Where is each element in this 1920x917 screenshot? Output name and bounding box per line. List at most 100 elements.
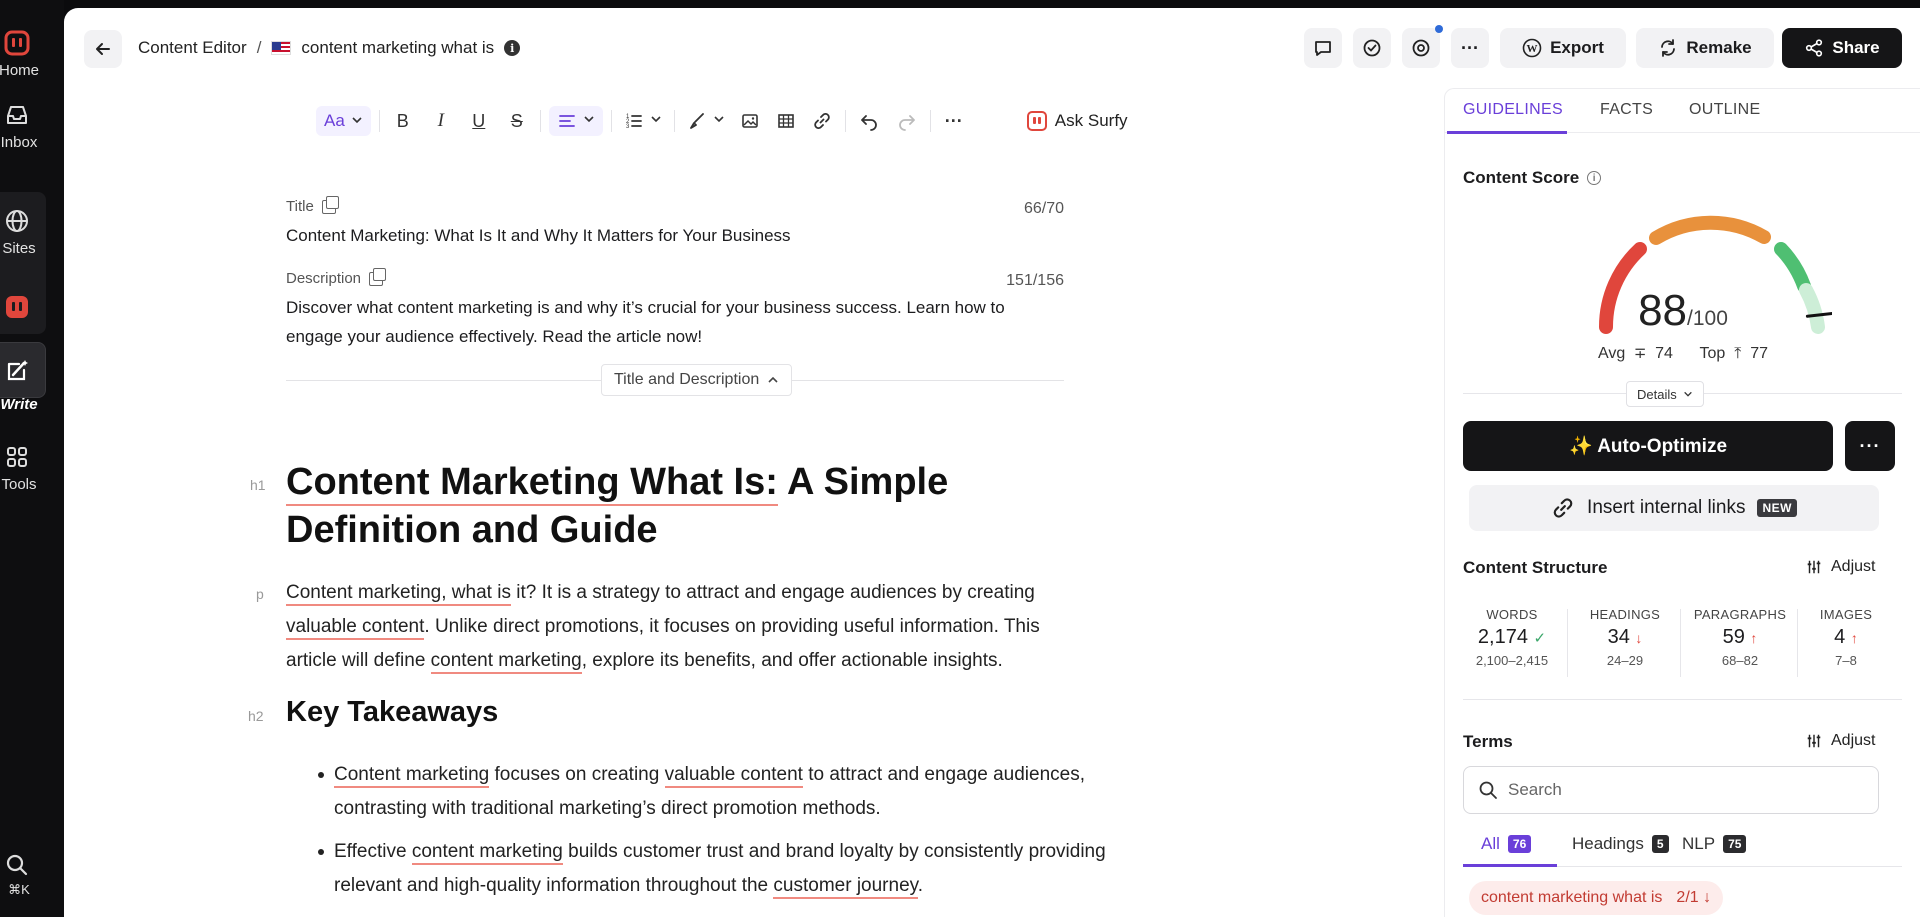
rail-site-surfer[interactable] [0,292,50,322]
rail-search[interactable]: ⌘K [0,850,50,898]
ellipsis-icon: ··· [1461,37,1479,58]
info-icon[interactable]: i [504,40,521,56]
auto-optimize-label: ✨ Auto-Optimize [1568,436,1728,457]
term-highlight[interactable]: valuable content [286,616,425,640]
search-placeholder: Search [1508,780,1562,799]
description-label: Description [286,270,362,287]
bold-icon: B [396,110,409,131]
italic-icon: I [437,110,444,131]
filter-tab-headings[interactable]: Headings 5 [1572,834,1669,854]
rail-label-sites: Sites [2,240,36,257]
toolbar-more-button[interactable]: ··· [939,106,969,136]
globe-icon [2,206,32,236]
article-h2[interactable]: Key Takeaways [286,696,498,729]
stat-value: 34 ↓ [1607,626,1643,648]
tab-guidelines[interactable]: GUIDELINES [1463,101,1563,119]
term-highlight[interactable]: content marketing [430,650,582,674]
score-value: 88 [1638,286,1688,335]
term-chip[interactable]: content marketing what is 2/1 ↓ [1469,881,1724,915]
stat-range: 7–8 [1835,653,1857,668]
copy-icon[interactable] [321,195,339,214]
tab-facts[interactable]: FACTS [1600,101,1653,119]
remake-button[interactable]: Remake [1636,28,1774,68]
list-dropdown[interactable]: 123 [620,106,666,136]
stat-images: IMAGES 4 ↑ 7–8 [1791,607,1901,668]
arrow-left-icon [96,43,110,55]
surfer-logo-icon [2,28,32,58]
info-icon[interactable]: i [1587,171,1602,185]
stat-key: WORDS [1486,607,1538,622]
rail-inbox[interactable]: Inbox [0,100,50,151]
stat-range: 24–29 [1606,653,1644,668]
ai-detect-button[interactable] [1402,25,1443,68]
check-button[interactable] [1353,28,1391,68]
auto-optimize-button[interactable]: ✨ Auto-Optimize [1463,421,1833,471]
ask-surfy-button[interactable]: Ask Surfy [1026,111,1128,131]
rail-home[interactable]: Home [0,28,50,79]
align-left-icon [558,115,575,127]
term-highlight[interactable]: content marketing [411,841,563,865]
back-button[interactable] [84,30,122,68]
active-filter-indicator [1463,864,1557,867]
list-item[interactable]: Effective content marketing builds custo… [318,835,1114,903]
left-rail: Home Inbox Sites Write Tools ⌘K [0,0,64,917]
undo-button[interactable] [854,106,884,136]
title-label-row: Title [286,195,339,215]
arrow-down-icon: ↓ [1703,889,1712,906]
font-style-dropdown[interactable]: Aa [316,106,371,136]
share-button[interactable]: Share [1782,28,1902,68]
rail-tools[interactable]: Tools [0,442,50,493]
term-highlight[interactable]: Content marketing [334,764,490,788]
terms-adjust-button[interactable]: Adjust [1805,732,1875,750]
tab-outline[interactable]: OUTLINE [1689,101,1760,119]
list-text: . [917,875,924,896]
rail-write[interactable]: Write [0,356,50,413]
term-highlight[interactable]: Content marketing, what is [286,582,511,606]
insert-internal-links-button[interactable]: Insert internal links NEW [1469,485,1879,531]
align-dropdown[interactable] [548,106,603,136]
redo-button[interactable] [892,106,922,136]
content-structure-title: Content Structure [1463,558,1608,577]
auto-optimize-more-button[interactable]: ··· [1845,421,1895,471]
editor-app: Content Editor / content marketing what … [64,8,1920,917]
stat-paragraphs: PARAGRAPHS 59 ↑ 68–82 [1685,607,1795,668]
insert-table-button[interactable] [771,106,801,136]
filter-tab-all[interactable]: All 76 [1481,834,1532,854]
guidelines-panel: GUIDELINES FACTS OUTLINE Content Score i… [1444,88,1920,917]
remake-label: Remake [1686,38,1752,57]
insert-link-button[interactable] [807,106,837,136]
rail-sites[interactable]: Sites [0,206,50,257]
copy-icon[interactable] [369,267,387,286]
block-tag-h2: h2 [248,708,264,724]
details-button[interactable]: Details [1626,381,1704,407]
comments-button[interactable] [1304,28,1342,68]
article-h1[interactable]: Content Marketing What Is: A Simple Defi… [286,458,1086,554]
strikethrough-button[interactable]: S [502,106,532,136]
highlight-dropdown[interactable] [683,106,729,136]
term-highlight[interactable]: customer journey [773,875,918,899]
meta-title-field[interactable]: Content Marketing: What Is It and Why It… [286,221,1066,250]
italic-button[interactable]: I [426,106,456,136]
title-description-toggle[interactable]: Title and Description [601,364,793,396]
terms-search-input[interactable]: Search [1463,766,1879,814]
export-label: Export [1550,38,1604,57]
more-options-button[interactable]: ··· [1451,28,1489,68]
toolbar-divider [673,110,675,132]
ellipsis-icon: ··· [1859,435,1881,456]
article-paragraph[interactable]: Content marketing, what is it? It is a s… [286,576,1086,678]
share-icon [1806,39,1823,57]
term-highlight[interactable]: Content Marketing What Is: [286,461,778,506]
table-icon [777,114,794,128]
structure-adjust-button[interactable]: Adjust [1805,558,1875,576]
adjust-label: Adjust [1831,558,1876,575]
breadcrumb-root[interactable]: Content Editor [138,38,247,58]
meta-description-field[interactable]: Discover what content marketing is and w… [286,293,1066,351]
filter-tab-nlp[interactable]: NLP 75 [1682,834,1747,854]
list-item[interactable]: Content marketing focuses on creating va… [318,758,1114,826]
export-button[interactable]: W Export [1500,28,1626,68]
bold-button[interactable]: B [388,106,418,136]
term-highlight[interactable]: valuable content [664,764,803,788]
insert-image-button[interactable] [735,106,765,136]
underline-button[interactable]: U [464,106,494,136]
stat-value: 59 ↑ [1722,626,1758,648]
